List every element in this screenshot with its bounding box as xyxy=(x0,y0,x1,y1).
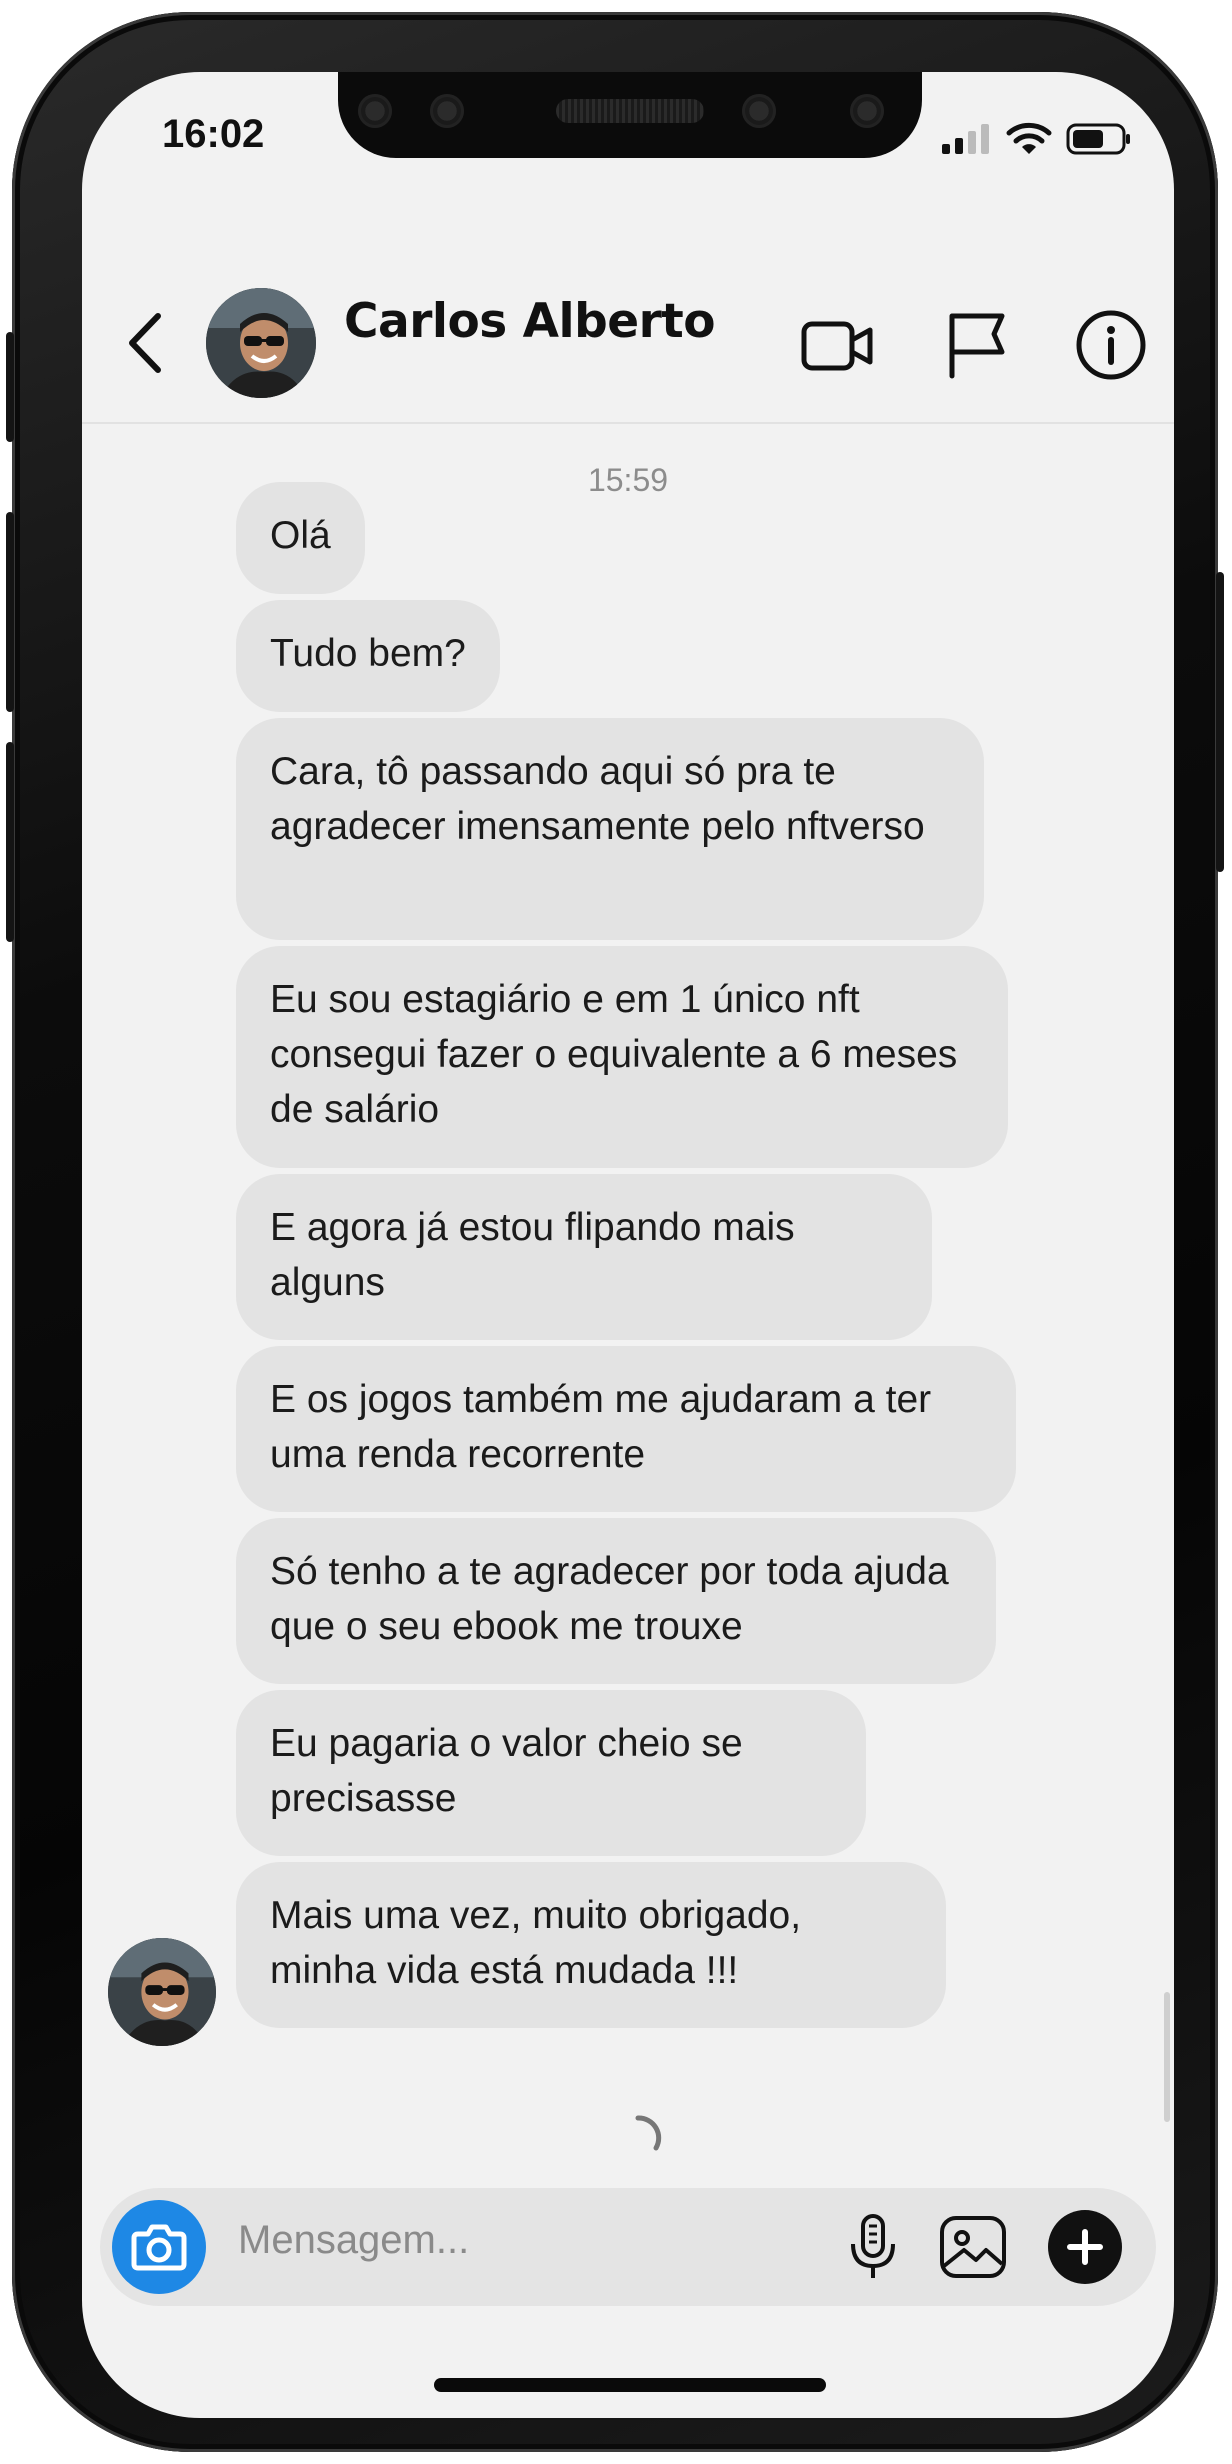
message-bubble[interactable]: Cara, tô passando aqui só pra te agradec… xyxy=(236,718,984,940)
message-bubble[interactable]: Eu pagaria o valor cheio se precisasse xyxy=(236,1690,866,1856)
plus-icon xyxy=(1067,2229,1103,2265)
message-bubble[interactable]: Eu sou estagiário e em 1 único nft conse… xyxy=(236,946,1008,1168)
message-bubble[interactable]: Só tenho a te agradecer por toda ajuda q… xyxy=(236,1518,996,1684)
status-icons xyxy=(942,122,1132,156)
person-avatar-icon xyxy=(206,288,316,398)
conversation-timestamp: 15:59 xyxy=(587,462,669,498)
add-button[interactable] xyxy=(1048,2210,1122,2284)
message-bubble[interactable]: E os jogos também me ajudaram a ter uma … xyxy=(236,1346,1016,1512)
sender-avatar[interactable] xyxy=(108,1938,216,2046)
battery-icon xyxy=(1066,123,1130,155)
screen: 16:02 Carlos Alberto 15:59 Olá Tudo bem?… xyxy=(82,72,1174,2418)
mute-switch xyxy=(6,332,14,442)
message-bubble[interactable]: Tudo bem? xyxy=(236,600,500,712)
sensor xyxy=(358,94,392,128)
power-button xyxy=(1216,572,1224,872)
microphone-icon[interactable] xyxy=(836,2210,910,2284)
volume-up-button xyxy=(6,512,14,712)
info-icon[interactable] xyxy=(1072,306,1150,384)
message-composer: Mensagem... xyxy=(100,2188,1156,2306)
wifi-icon xyxy=(1006,122,1052,154)
contact-name[interactable]: Carlos Alberto xyxy=(344,294,716,349)
volume-down-button xyxy=(6,742,14,942)
chat-header: Carlos Alberto xyxy=(82,212,1174,424)
flag-icon[interactable] xyxy=(938,306,1016,384)
sensor xyxy=(430,94,464,128)
camera-button[interactable] xyxy=(112,2200,206,2294)
message-bubble[interactable]: Olá xyxy=(236,482,365,594)
video-camera-icon[interactable] xyxy=(798,306,876,384)
phone-frame: 16:02 Carlos Alberto 15:59 Olá Tudo bem?… xyxy=(6,12,1224,2452)
image-icon[interactable] xyxy=(936,2210,1010,2284)
notch xyxy=(338,72,922,158)
message-input[interactable]: Mensagem... xyxy=(238,2218,469,2263)
status-time: 16:02 xyxy=(162,112,265,156)
scrollbar[interactable] xyxy=(1164,1992,1170,2122)
camera-icon xyxy=(131,2224,187,2271)
spinner-icon xyxy=(635,2115,662,2151)
front-camera xyxy=(850,94,884,128)
signal-icon xyxy=(942,124,989,154)
sensor xyxy=(742,94,776,128)
home-indicator[interactable] xyxy=(434,2378,826,2392)
earpiece-speaker xyxy=(556,99,704,123)
message-bubble[interactable]: Mais uma vez, muito obrigado, minha vida… xyxy=(236,1862,946,2028)
person-avatar-icon xyxy=(108,1938,216,2046)
back-chevron-icon[interactable] xyxy=(122,308,172,378)
contact-avatar[interactable] xyxy=(206,288,316,398)
message-bubble[interactable]: E agora já estou flipando mais alguns xyxy=(236,1174,932,1340)
